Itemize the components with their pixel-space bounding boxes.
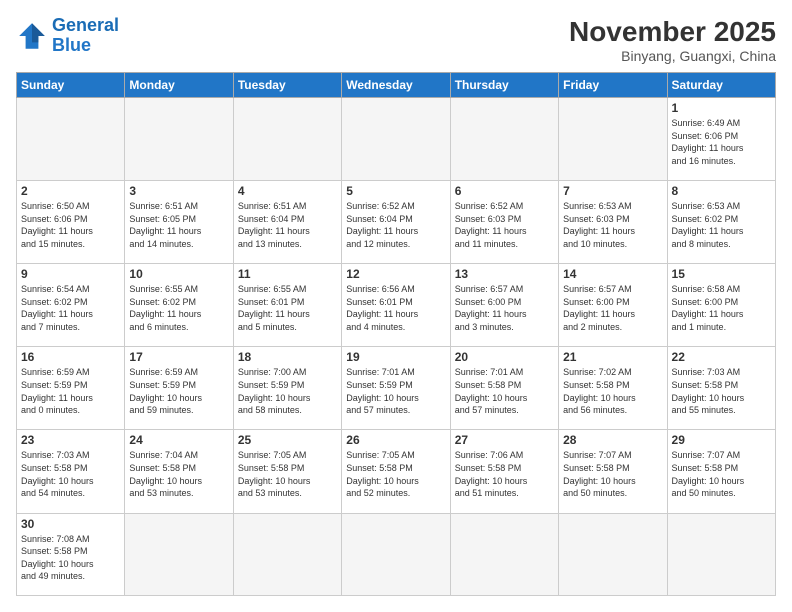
logo-text: General Blue [52, 16, 119, 56]
day-14: 14 Sunrise: 6:57 AMSunset: 6:00 PMDaylig… [559, 264, 667, 347]
calendar: Sunday Monday Tuesday Wednesday Thursday… [16, 72, 776, 596]
day-2: 2 Sunrise: 6:50 AMSunset: 6:06 PMDayligh… [17, 181, 125, 264]
week-row-1: 1 Sunrise: 6:49 AMSunset: 6:06 PMDayligh… [17, 98, 776, 181]
col-sunday: Sunday [17, 73, 125, 98]
week-row-2: 2 Sunrise: 6:50 AMSunset: 6:06 PMDayligh… [17, 181, 776, 264]
day-23: 23 Sunrise: 7:03 AMSunset: 5:58 PMDaylig… [17, 430, 125, 513]
page: General Blue November 2025 Binyang, Guan… [0, 0, 792, 612]
day-25: 25 Sunrise: 7:05 AMSunset: 5:58 PMDaylig… [233, 430, 341, 513]
day-7: 7 Sunrise: 6:53 AMSunset: 6:03 PMDayligh… [559, 181, 667, 264]
title-block: November 2025 Binyang, Guangxi, China [569, 16, 776, 64]
day-26: 26 Sunrise: 7:05 AMSunset: 5:58 PMDaylig… [342, 430, 450, 513]
day-24: 24 Sunrise: 7:04 AMSunset: 5:58 PMDaylig… [125, 430, 233, 513]
day-8: 8 Sunrise: 6:53 AMSunset: 6:02 PMDayligh… [667, 181, 775, 264]
day-27: 27 Sunrise: 7:06 AMSunset: 5:58 PMDaylig… [450, 430, 558, 513]
empty-cell [559, 513, 667, 595]
week-row-4: 16 Sunrise: 6:59 AMSunset: 5:59 PMDaylig… [17, 347, 776, 430]
logo-general: General [52, 15, 119, 35]
day-30: 30 Sunrise: 7:08 AMSunset: 5:58 PMDaylig… [17, 513, 125, 595]
empty-cell [450, 98, 558, 181]
day-18: 18 Sunrise: 7:00 AMSunset: 5:59 PMDaylig… [233, 347, 341, 430]
empty-cell [342, 98, 450, 181]
empty-cell [342, 513, 450, 595]
empty-cell [17, 98, 125, 181]
day-5: 5 Sunrise: 6:52 AMSunset: 6:04 PMDayligh… [342, 181, 450, 264]
col-monday: Monday [125, 73, 233, 98]
day-1: 1 Sunrise: 6:49 AMSunset: 6:06 PMDayligh… [667, 98, 775, 181]
day-17: 17 Sunrise: 6:59 AMSunset: 5:59 PMDaylig… [125, 347, 233, 430]
col-tuesday: Tuesday [233, 73, 341, 98]
day-4: 4 Sunrise: 6:51 AMSunset: 6:04 PMDayligh… [233, 181, 341, 264]
day-9: 9 Sunrise: 6:54 AMSunset: 6:02 PMDayligh… [17, 264, 125, 347]
week-row-6: 30 Sunrise: 7:08 AMSunset: 5:58 PMDaylig… [17, 513, 776, 595]
day-12: 12 Sunrise: 6:56 AMSunset: 6:01 PMDaylig… [342, 264, 450, 347]
logo: General Blue [16, 16, 119, 56]
day-21: 21 Sunrise: 7:02 AMSunset: 5:58 PMDaylig… [559, 347, 667, 430]
day-29: 29 Sunrise: 7:07 AMSunset: 5:58 PMDaylig… [667, 430, 775, 513]
col-saturday: Saturday [667, 73, 775, 98]
col-wednesday: Wednesday [342, 73, 450, 98]
week-row-5: 23 Sunrise: 7:03 AMSunset: 5:58 PMDaylig… [17, 430, 776, 513]
day-6: 6 Sunrise: 6:52 AMSunset: 6:03 PMDayligh… [450, 181, 558, 264]
weekday-header-row: Sunday Monday Tuesday Wednesday Thursday… [17, 73, 776, 98]
location: Binyang, Guangxi, China [569, 48, 776, 64]
day-19: 19 Sunrise: 7:01 AMSunset: 5:59 PMDaylig… [342, 347, 450, 430]
empty-cell [667, 513, 775, 595]
empty-cell [125, 513, 233, 595]
day-28: 28 Sunrise: 7:07 AMSunset: 5:58 PMDaylig… [559, 430, 667, 513]
empty-cell [233, 513, 341, 595]
logo-blue: Blue [52, 35, 91, 55]
empty-cell [559, 98, 667, 181]
empty-cell [450, 513, 558, 595]
month-title: November 2025 [569, 16, 776, 48]
logo-icon [16, 20, 48, 52]
day-16: 16 Sunrise: 6:59 AMSunset: 5:59 PMDaylig… [17, 347, 125, 430]
day-20: 20 Sunrise: 7:01 AMSunset: 5:58 PMDaylig… [450, 347, 558, 430]
week-row-3: 9 Sunrise: 6:54 AMSunset: 6:02 PMDayligh… [17, 264, 776, 347]
day-15: 15 Sunrise: 6:58 AMSunset: 6:00 PMDaylig… [667, 264, 775, 347]
day-1-info: Sunrise: 6:49 AMSunset: 6:06 PMDaylight:… [672, 117, 771, 167]
col-thursday: Thursday [450, 73, 558, 98]
empty-cell [125, 98, 233, 181]
col-friday: Friday [559, 73, 667, 98]
day-10: 10 Sunrise: 6:55 AMSunset: 6:02 PMDaylig… [125, 264, 233, 347]
day-22: 22 Sunrise: 7:03 AMSunset: 5:58 PMDaylig… [667, 347, 775, 430]
day-13: 13 Sunrise: 6:57 AMSunset: 6:00 PMDaylig… [450, 264, 558, 347]
header: General Blue November 2025 Binyang, Guan… [16, 16, 776, 64]
day-3: 3 Sunrise: 6:51 AMSunset: 6:05 PMDayligh… [125, 181, 233, 264]
day-11: 11 Sunrise: 6:55 AMSunset: 6:01 PMDaylig… [233, 264, 341, 347]
empty-cell [233, 98, 341, 181]
